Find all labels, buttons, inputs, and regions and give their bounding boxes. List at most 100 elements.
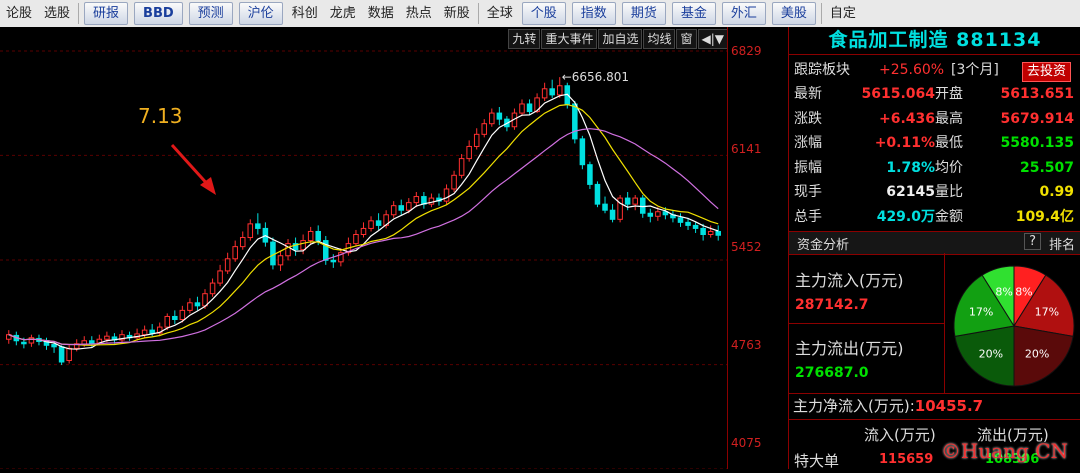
stat-label: 振幅 (794, 159, 822, 176)
stat-value: 0.99 (1039, 184, 1074, 200)
stat-value: +0.11% (874, 135, 935, 151)
candle-body (692, 224, 699, 229)
stat-label: 涨幅 (794, 135, 822, 151)
candle-body (270, 241, 276, 266)
toolbar-item[interactable]: 预测 (188, 2, 233, 25)
candle-body (194, 302, 201, 307)
pie-slice-label: 8% (995, 285, 1012, 298)
toolbar-item[interactable]: 新股 (438, 0, 476, 27)
add-watchlist-button[interactable]: 加自选 (598, 29, 643, 49)
candle-body (715, 230, 721, 236)
stat-row: 总手 429.0万 金额 109.4亿 (789, 207, 1080, 228)
track-value: +25.60% (879, 62, 945, 78)
toolbar-item[interactable]: 研报 (84, 2, 129, 25)
toolbar-item[interactable]: 指数 (571, 2, 616, 25)
toolbar-item[interactable]: 美股 (771, 2, 816, 25)
stat-value: 5679.914 (1000, 110, 1074, 127)
track-period: [3个月] (951, 62, 999, 78)
moving-average-button[interactable]: 均线 (643, 29, 676, 49)
candle-body (179, 309, 186, 320)
ma5-line (8, 93, 719, 350)
toolbar-item[interactable]: 科创 (286, 0, 324, 27)
candle-body (255, 223, 261, 229)
stat-label: 均价 (935, 159, 963, 176)
stat-value: 429.0万 (876, 208, 935, 225)
candle-body (466, 145, 472, 160)
candle-body (519, 103, 525, 114)
stat-value: 62145 (886, 184, 935, 200)
candle-body (481, 123, 488, 135)
stat-label: 涨跌 (794, 110, 822, 127)
chart-toolbar: 九转 重大事件 加自选 均线 窗 ◀|▼ (507, 29, 728, 49)
toolbar-item[interactable]: 外汇 (721, 2, 766, 25)
candle-body (232, 246, 238, 260)
toolbar-item[interactable]: 热点 (400, 0, 438, 27)
candle-body (526, 103, 533, 113)
kline-chart[interactable]: ←6656.801 7.13 (0, 27, 727, 470)
candle-body (677, 217, 684, 223)
stat-label: 金额 (935, 208, 963, 225)
inflow-label: 主力流入(万元) (795, 271, 904, 290)
toolbar-item[interactable]: 论股 (0, 0, 38, 27)
toolbar-item[interactable]: 期货 (621, 2, 666, 25)
toolbar-item[interactable]: 自定 (824, 0, 862, 27)
axis-label: 5452 (731, 240, 762, 254)
stat-label: 最低 (935, 135, 963, 151)
date-annotation: 7.13 (138, 104, 183, 128)
kline-svg[interactable]: ←6656.801 7.13 (0, 27, 727, 470)
stat-value: 5615.064 (861, 86, 935, 102)
stat-value: 1.78% (886, 159, 935, 176)
toolbar-item[interactable]: 个股 (521, 2, 566, 25)
stat-row: 涨跌 +6.436 最高 5679.914 (789, 109, 1080, 130)
stat-label: 量比 (935, 184, 963, 200)
annotation-arrow-line (170, 143, 212, 189)
axis-label: 6829 (731, 44, 762, 58)
peak-price-label: ←6656.801 (562, 70, 629, 84)
candle-body (609, 209, 616, 220)
net-inflow-label: 主力净流入(万元): (793, 397, 915, 415)
help-button[interactable]: ? (1024, 233, 1041, 250)
candle-body (66, 347, 72, 361)
toolbar-item[interactable]: BBD (134, 2, 183, 25)
candle-body (594, 183, 601, 205)
candle-body (89, 340, 95, 344)
toolbar-item[interactable]: 选股 (38, 0, 76, 27)
arrow-controls[interactable]: ◀|▼ (697, 29, 728, 49)
stat-label: 最新 (794, 86, 822, 102)
pie-slice-label: 8% (1015, 285, 1032, 298)
candle-body (353, 234, 359, 245)
invest-button[interactable]: 去投资 (1021, 62, 1071, 82)
toolbar-item[interactable]: 数据 (362, 0, 400, 27)
toolbar-item[interactable]: 全球 (481, 0, 519, 27)
fund-analysis-header: 资金分析 ? 排名 (789, 231, 1080, 255)
toolbar-item[interactable]: 龙虎 (324, 0, 362, 27)
toolbar-item[interactable]: 沪伦 (238, 2, 283, 25)
major-events-button[interactable]: 重大事件 (541, 29, 598, 49)
pie-slice-label: 17% (1035, 305, 1059, 318)
candle-body (307, 230, 314, 242)
candle-body (639, 197, 646, 214)
super-large-inflow: 115659 (879, 452, 934, 467)
candle-body (58, 346, 65, 363)
rank-button[interactable]: 排名 (1049, 234, 1075, 253)
candle-body (458, 158, 465, 176)
toolbar-item[interactable]: 基金 (671, 2, 716, 25)
super-large-label: 特大单 (794, 452, 840, 470)
fund-header-label: 资金分析 (797, 238, 850, 253)
candle-body (224, 258, 231, 272)
jiuzhuan-button[interactable]: 九转 (508, 29, 541, 49)
stat-value: 109.4亿 (1015, 208, 1074, 225)
candle-body (655, 211, 661, 217)
quote-panel: 食品加工制造 881134 跟踪板块 +25.60% [3个月] 去投资 最新 5… (788, 27, 1080, 470)
candle-body (398, 205, 405, 211)
candle-body (360, 227, 367, 236)
net-inflow-value: 10455.7 (914, 397, 984, 415)
axis-label: 4075 (731, 436, 762, 450)
stat-value: +6.436 (878, 110, 935, 127)
candle-body (556, 85, 563, 96)
price-axis: 6829 6141 5452 4763 4075 (727, 27, 788, 469)
stat-value: 5580.135 (1000, 135, 1074, 151)
window-button[interactable]: 窗 (676, 29, 697, 49)
candle-body (451, 174, 457, 190)
candle-body (685, 221, 691, 226)
